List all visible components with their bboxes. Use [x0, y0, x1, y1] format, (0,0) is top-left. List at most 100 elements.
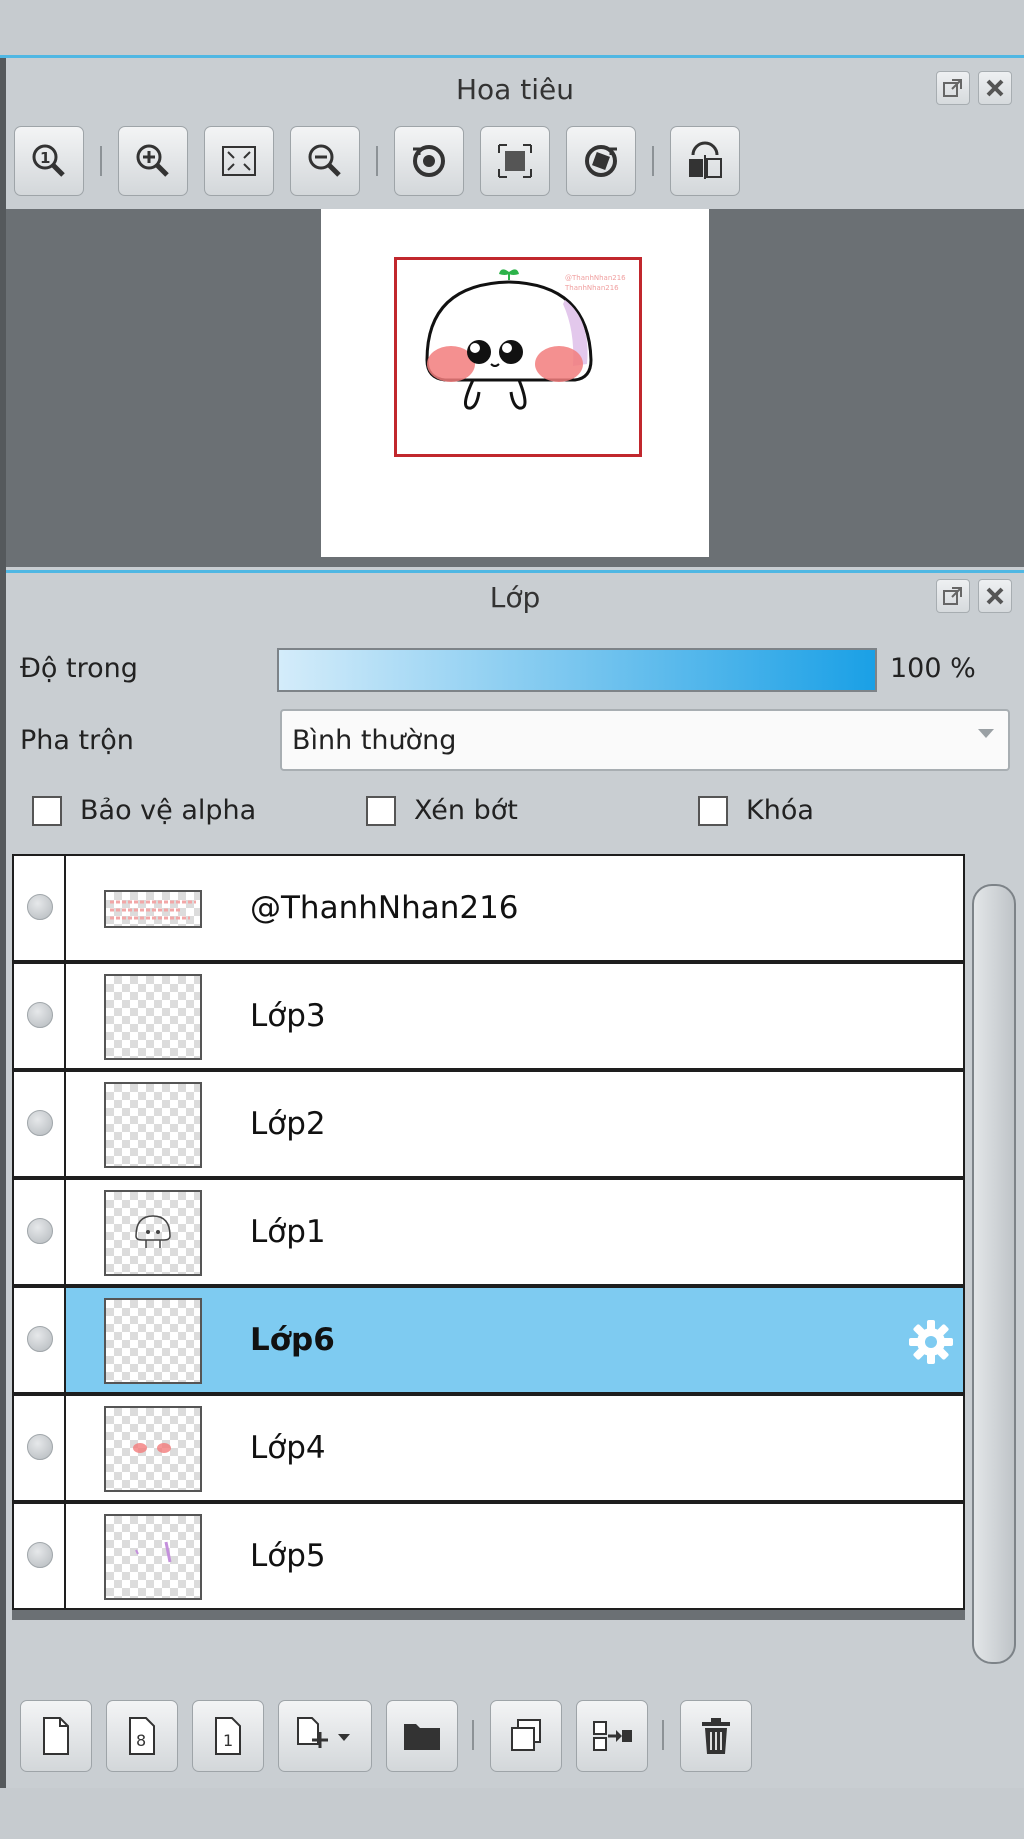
thumbnail-text-content — [110, 900, 196, 920]
checkbox-box[interactable] — [366, 795, 396, 826]
layer-thumbnail — [104, 1298, 202, 1384]
layer-name: Lớp3 — [250, 998, 326, 1034]
layer-thumbnail — [104, 890, 202, 928]
visibility-icon — [27, 894, 53, 920]
fit-frame-button[interactable] — [480, 126, 550, 196]
toolbar-separator — [662, 1720, 664, 1750]
checkbox-box[interactable] — [32, 795, 62, 826]
new-layer-icon — [43, 1717, 69, 1755]
scrollbar-thumb[interactable] — [972, 884, 1016, 1664]
visibility-toggle[interactable] — [14, 856, 66, 960]
zoom-in-icon — [136, 144, 169, 177]
zoom-actual-button[interactable]: 1 — [14, 126, 84, 196]
merge-down-icon — [593, 1721, 632, 1751]
gear-icon[interactable] — [905, 1316, 957, 1368]
popout-icon — [943, 587, 962, 605]
character-illustration: @ThanhNhan216 ThanhNhan216 — [425, 269, 626, 410]
protect-alpha-checkbox[interactable]: Bảo vệ alpha — [32, 795, 256, 826]
close-icon — [986, 587, 1004, 605]
layer-toolbar: 8 1 — [20, 1700, 1010, 1778]
visibility-toggle[interactable] — [14, 1504, 66, 1608]
layer-row[interactable]: Lớp4 — [12, 1394, 965, 1502]
bottom-strip — [0, 1788, 1024, 1839]
rotate-left-button[interactable] — [394, 126, 464, 196]
blend-mode-value: Bình thường — [292, 725, 457, 756]
layer-thumbnail — [104, 1406, 202, 1492]
layer-thumbnail — [104, 1514, 202, 1600]
new-1bit-layer-button[interactable]: 1 — [192, 1700, 264, 1772]
delete-layer-icon — [702, 1718, 730, 1754]
visibility-icon — [27, 1002, 53, 1028]
layer-name: Lớp5 — [250, 1538, 326, 1574]
layer-close-button[interactable] — [978, 579, 1012, 613]
opacity-value: 100 % — [890, 653, 976, 684]
layer-scrollbar[interactable] — [968, 854, 1018, 1666]
layer-panel-title: Lớp — [489, 581, 541, 614]
fit-screen-icon — [222, 146, 256, 176]
new-folder-button[interactable] — [386, 1700, 458, 1772]
layer-row[interactable]: Lớp5 — [12, 1502, 965, 1610]
lock-label: Khóa — [746, 795, 814, 826]
new-1bit-layer-icon: 1 — [215, 1717, 241, 1755]
navigator-panel: Hoa tiêu 1 @ThanhNhan216 ThanhNhan216 — [6, 61, 1024, 570]
layer-name: Lớp2 — [250, 1106, 326, 1142]
visibility-toggle[interactable] — [14, 1072, 66, 1176]
new-layer-button[interactable] — [20, 1700, 92, 1772]
visibility-toggle[interactable] — [14, 1288, 66, 1392]
close-icon — [986, 79, 1004, 97]
top-strip — [0, 0, 1024, 58]
lock-checkbox[interactable]: Khóa — [698, 795, 814, 826]
delete-layer-button[interactable] — [680, 1700, 752, 1772]
visibility-toggle[interactable] — [14, 964, 66, 1068]
navigator-title: Hoa tiêu — [456, 73, 574, 106]
svg-text:ThanhNhan216: ThanhNhan216 — [564, 284, 619, 292]
merge-down-button[interactable] — [576, 1700, 648, 1772]
layer-row-selected[interactable]: Lớp6 — [12, 1286, 965, 1394]
blend-mode-select[interactable]: Bình thường — [280, 709, 1010, 771]
thumbnail-cheeks — [133, 1443, 171, 1453]
clipping-label: Xén bớt — [414, 795, 518, 826]
rotate-right-button[interactable] — [566, 126, 636, 196]
visibility-icon — [27, 1326, 53, 1352]
toolbar-separator — [376, 146, 378, 176]
navigator-header: Hoa tiêu — [6, 61, 1024, 123]
layer-row[interactable]: Lớp1 — [12, 1178, 965, 1286]
view-frame[interactable]: @ThanhNhan216 ThanhNhan216 — [394, 257, 642, 457]
visibility-icon — [27, 1110, 53, 1136]
thumbnail-line-art — [135, 1215, 171, 1248]
add-layer-menu-icon — [297, 1717, 350, 1748]
opacity-slider[interactable] — [277, 648, 877, 692]
visibility-icon — [27, 1542, 53, 1568]
fit-screen-button[interactable] — [204, 126, 274, 196]
checkbox-box[interactable] — [698, 795, 728, 826]
navigator-popout-button[interactable] — [936, 71, 970, 105]
layer-name: Lớp4 — [250, 1430, 326, 1466]
visibility-toggle[interactable] — [14, 1180, 66, 1284]
layer-row[interactable]: Lớp3 — [12, 962, 965, 1070]
layer-name: Lớp6 — [250, 1322, 335, 1358]
new-8bit-layer-button[interactable]: 8 — [106, 1700, 178, 1772]
layer-thumbnail — [104, 1082, 202, 1168]
layer-popout-button[interactable] — [936, 579, 970, 613]
zoom-out-icon — [308, 144, 341, 177]
zoom-in-button[interactable] — [118, 126, 188, 196]
navigator-preview[interactable]: @ThanhNhan216 ThanhNhan216 — [6, 209, 1024, 567]
zoom-out-button[interactable] — [290, 126, 360, 196]
duplicate-layer-icon — [511, 1719, 541, 1751]
visibility-toggle[interactable] — [14, 1396, 66, 1500]
canvas-preview: @ThanhNhan216 ThanhNhan216 — [321, 209, 709, 557]
duplicate-layer-button[interactable] — [490, 1700, 562, 1772]
layer-list: @ThanhNhan216 Lớp3 Lớp2 Lớp1 Lớp6 Lớp4 L… — [12, 854, 965, 1620]
layer-row[interactable]: @ThanhNhan216 — [12, 854, 965, 962]
visibility-icon — [27, 1434, 53, 1460]
layer-panel: Lớp Độ trong 100 % Pha trộn Bình thường … — [6, 570, 1024, 1788]
clipping-checkbox[interactable]: Xén bớt — [366, 795, 518, 826]
add-layer-menu-button[interactable] — [278, 1700, 372, 1772]
flip-horizontal-button[interactable] — [670, 126, 740, 196]
new-folder-icon — [404, 1724, 440, 1750]
visibility-icon — [27, 1218, 53, 1244]
layer-thumbnail — [104, 974, 202, 1060]
layer-row[interactable]: Lớp2 — [12, 1070, 965, 1178]
chevron-down-icon — [978, 729, 994, 738]
navigator-close-button[interactable] — [978, 71, 1012, 105]
